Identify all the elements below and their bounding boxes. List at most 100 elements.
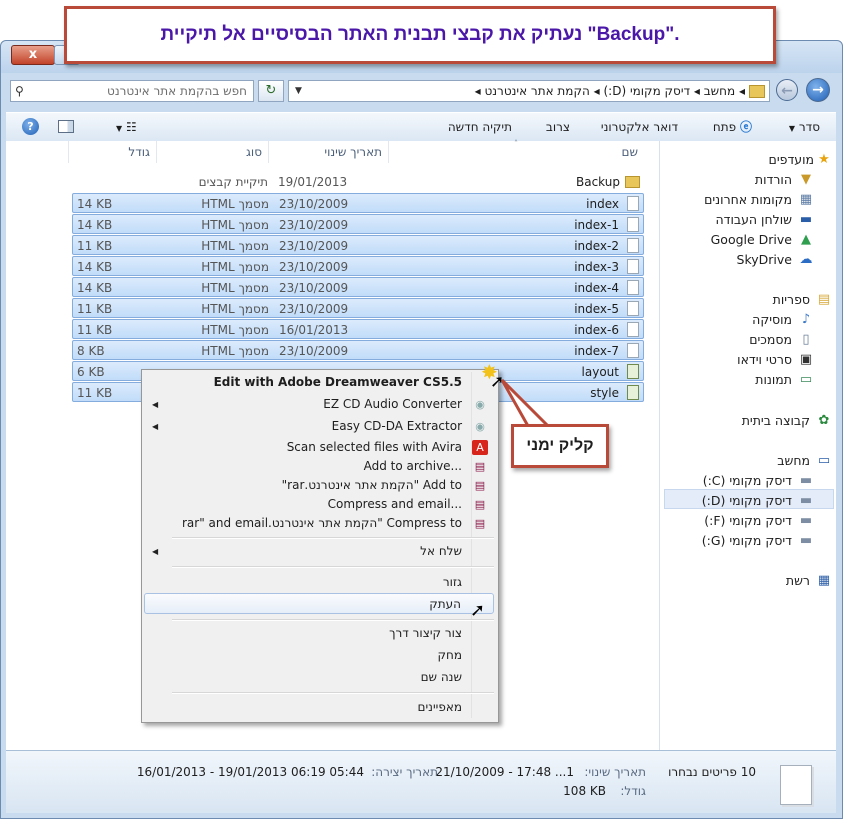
nav-libraries[interactable]: ספריות xyxy=(773,290,810,310)
search-icon: ⚲ xyxy=(15,84,24,98)
menu-item-properties[interactable]: מאפיינים xyxy=(144,697,494,718)
folder-icon xyxy=(749,85,765,98)
menu-item-dreamweaver[interactable]: Edit with Adobe Dreamweaver CS5.5 xyxy=(144,372,494,393)
table-row[interactable]: index-2 23/10/2009 15:04 מסמך HTML 11 KB xyxy=(72,235,644,273)
address-bar: ⚲ חפש בהקמת אתר אינטרנט ↻ ◂ מחשב ◂ דיסק … xyxy=(6,78,836,106)
file-size: 8 KB xyxy=(77,344,105,358)
file-size: 11 KB xyxy=(77,323,113,337)
file-name: index-5 xyxy=(574,302,619,316)
menu-item-rename[interactable]: שנה שם xyxy=(144,667,494,688)
table-row[interactable]: index-3 23/10/2009 15:04 מסמך HTML 14 KB xyxy=(72,256,644,294)
context-menu: Edit with Adobe Dreamweaver CS5.5 ◉ EZ CD… xyxy=(141,369,499,723)
submenu-arrow-icon: ◀ xyxy=(152,400,159,409)
music-icon: ♪ xyxy=(801,312,811,327)
menu-item-compress-email[interactable]: ▤ ...Compress and email xyxy=(144,494,494,515)
nav-downloads[interactable]: הורדות xyxy=(755,170,792,190)
column-date[interactable]: תאריך שינוי xyxy=(268,141,388,163)
recent-places-icon: ▦ xyxy=(799,192,813,207)
table-row[interactable]: index-4 23/10/2009 15:04 מסמך HTML 14 KB xyxy=(72,277,644,315)
chevron-down-icon[interactable]: ▼ xyxy=(295,81,302,101)
navigation-pane: ★ מועדפים ▼ הורדות ▦ מקומות אחרונים ▬ שו… xyxy=(659,141,836,750)
open-button[interactable]: ⓔ פתח xyxy=(713,113,752,141)
table-row[interactable]: index-5 23/10/2009 15:04 מסמך HTML 11 KB xyxy=(72,298,644,336)
menu-item-ez-cd[interactable]: ◉ EZ CD Audio Converter ◀ xyxy=(144,394,494,415)
menu-label: שלח אל xyxy=(420,544,462,558)
organize-button[interactable]: סדר ▼ xyxy=(789,113,820,141)
videos-icon: ▣ xyxy=(799,352,813,367)
menu-item-delete[interactable]: מחק xyxy=(144,645,494,666)
open-label: פתח xyxy=(712,120,737,134)
drive-d-icon: ▬ xyxy=(799,493,813,508)
html-file-icon xyxy=(627,238,639,253)
view-options-icon[interactable]: ☷ ▼ xyxy=(116,113,137,141)
new-folder-button[interactable]: תיקיה חדשה xyxy=(448,113,512,141)
callout-text: קליק ימני xyxy=(526,437,594,454)
menu-item-compress-rar-email[interactable]: ▤ Compress to "הקמת אתר אינטרנט.rar" and … xyxy=(144,513,494,534)
preview-pane-icon[interactable] xyxy=(58,120,74,133)
nav-disk-g[interactable]: דיסק מקומי (G:) xyxy=(702,531,792,551)
nav-videos[interactable]: סרטי וידאו xyxy=(737,350,792,370)
file-size: 14 KB xyxy=(77,281,113,295)
google-drive-icon: ▲ xyxy=(801,232,811,247)
nav-google-drive[interactable]: Google Drive xyxy=(711,230,792,250)
desktop-icon: ▬ xyxy=(799,212,813,227)
file-size: 11 KB xyxy=(77,386,113,400)
file-name: index-7 xyxy=(574,344,619,358)
nav-music[interactable]: מוסיקה xyxy=(752,310,792,330)
skydrive-icon: ☁ xyxy=(799,252,813,267)
file-name: index-1 xyxy=(574,218,619,232)
html-file-icon xyxy=(627,217,639,232)
menu-separator xyxy=(172,566,494,568)
table-row[interactable]: index 23/10/2009 15:04 מסמך HTML 14 KB xyxy=(72,193,644,231)
menu-item-easy-cd[interactable]: ◉ Easy CD-DA Extractor ◀ xyxy=(144,416,494,437)
menu-label: העתק xyxy=(429,597,461,611)
nav-skydrive[interactable]: SkyDrive xyxy=(737,250,792,270)
nav-disk-c[interactable]: דיסק מקומי (C:) xyxy=(703,471,792,491)
column-size[interactable]: גודל xyxy=(68,141,156,163)
menu-item-add-archive[interactable]: ▤ ...Add to archive xyxy=(144,456,494,477)
nav-favorites[interactable]: מועדפים xyxy=(769,150,814,170)
drive-f-icon: ▬ xyxy=(799,513,813,528)
help-icon[interactable]: ? xyxy=(22,118,39,135)
nav-recent[interactable]: מקומות אחרונים xyxy=(704,190,792,210)
breadcrumb[interactable]: ◂ מחשב ◂ דיסק מקומי (D:) ◂ הקמת אתר אינט… xyxy=(288,80,770,102)
menu-item-send-to[interactable]: שלח אל ◀ xyxy=(144,541,494,562)
menu-item-cut[interactable]: גזור xyxy=(144,572,494,593)
menu-item-avira[interactable]: A Scan selected files with Avira xyxy=(144,437,494,458)
file-type: מסמך HTML xyxy=(201,302,269,316)
menu-item-copy[interactable]: העתק xyxy=(144,593,494,614)
close-button[interactable]: x xyxy=(11,45,55,65)
winrar-icon: ▤ xyxy=(474,460,486,473)
status-size-value: 108 KB xyxy=(563,784,606,798)
table-row[interactable]: index-1 23/10/2009 15:04 מסמך HTML 14 KB xyxy=(72,214,644,252)
column-type[interactable]: סוג xyxy=(156,141,268,163)
nav-documents[interactable]: מסמכים xyxy=(749,330,792,350)
menu-item-add-rar[interactable]: ▤ Add to "הקמת אתר אינטרנט.rar" xyxy=(144,475,494,496)
refresh-button[interactable]: ↻ xyxy=(258,80,284,102)
forward-button[interactable]: ← xyxy=(776,79,798,101)
libraries-icon: ▤ xyxy=(817,292,831,307)
email-button[interactable]: דואר אלקטרוני xyxy=(601,113,678,141)
burn-button[interactable]: צרוב xyxy=(546,113,570,141)
nav-homegroup[interactable]: קבוצה ביתית xyxy=(742,411,810,431)
nav-disk-d[interactable]: דיסק מקומי (D:) xyxy=(702,491,792,511)
search-input[interactable]: ⚲ חפש בהקמת אתר אינטרנט xyxy=(10,80,254,102)
nav-desktop[interactable]: שולחן העבודה xyxy=(715,210,792,230)
back-arrow-icon: → xyxy=(812,82,824,98)
drive-g-icon: ▬ xyxy=(799,533,813,548)
refresh-icon: ↻ xyxy=(265,83,277,98)
nav-pictures[interactable]: תמונות xyxy=(755,370,792,390)
table-row[interactable]: Backup 19/01/2013 05:43 תיקיית קבצים xyxy=(72,172,644,209)
menu-item-create-shortcut[interactable]: צור קיצור דרך xyxy=(144,623,494,644)
file-name: index-2 xyxy=(574,239,619,253)
file-type: מסמך HTML xyxy=(201,260,269,274)
nav-disk-f[interactable]: דיסק מקומי (F:) xyxy=(704,511,792,531)
nav-buttons: ← → xyxy=(776,78,836,104)
nav-network[interactable]: רשת xyxy=(786,571,810,591)
nav-computer[interactable]: מחשב xyxy=(777,451,810,471)
css-file-icon xyxy=(627,364,639,379)
table-row[interactable]: index-6 16/01/2013 03:45 מסמך HTML 11 KB xyxy=(72,319,644,357)
menu-separator xyxy=(172,692,494,694)
back-button[interactable]: → xyxy=(806,78,830,102)
table-row[interactable]: index-7 23/10/2009 15:05 מסמך HTML 8 KB xyxy=(72,340,644,378)
